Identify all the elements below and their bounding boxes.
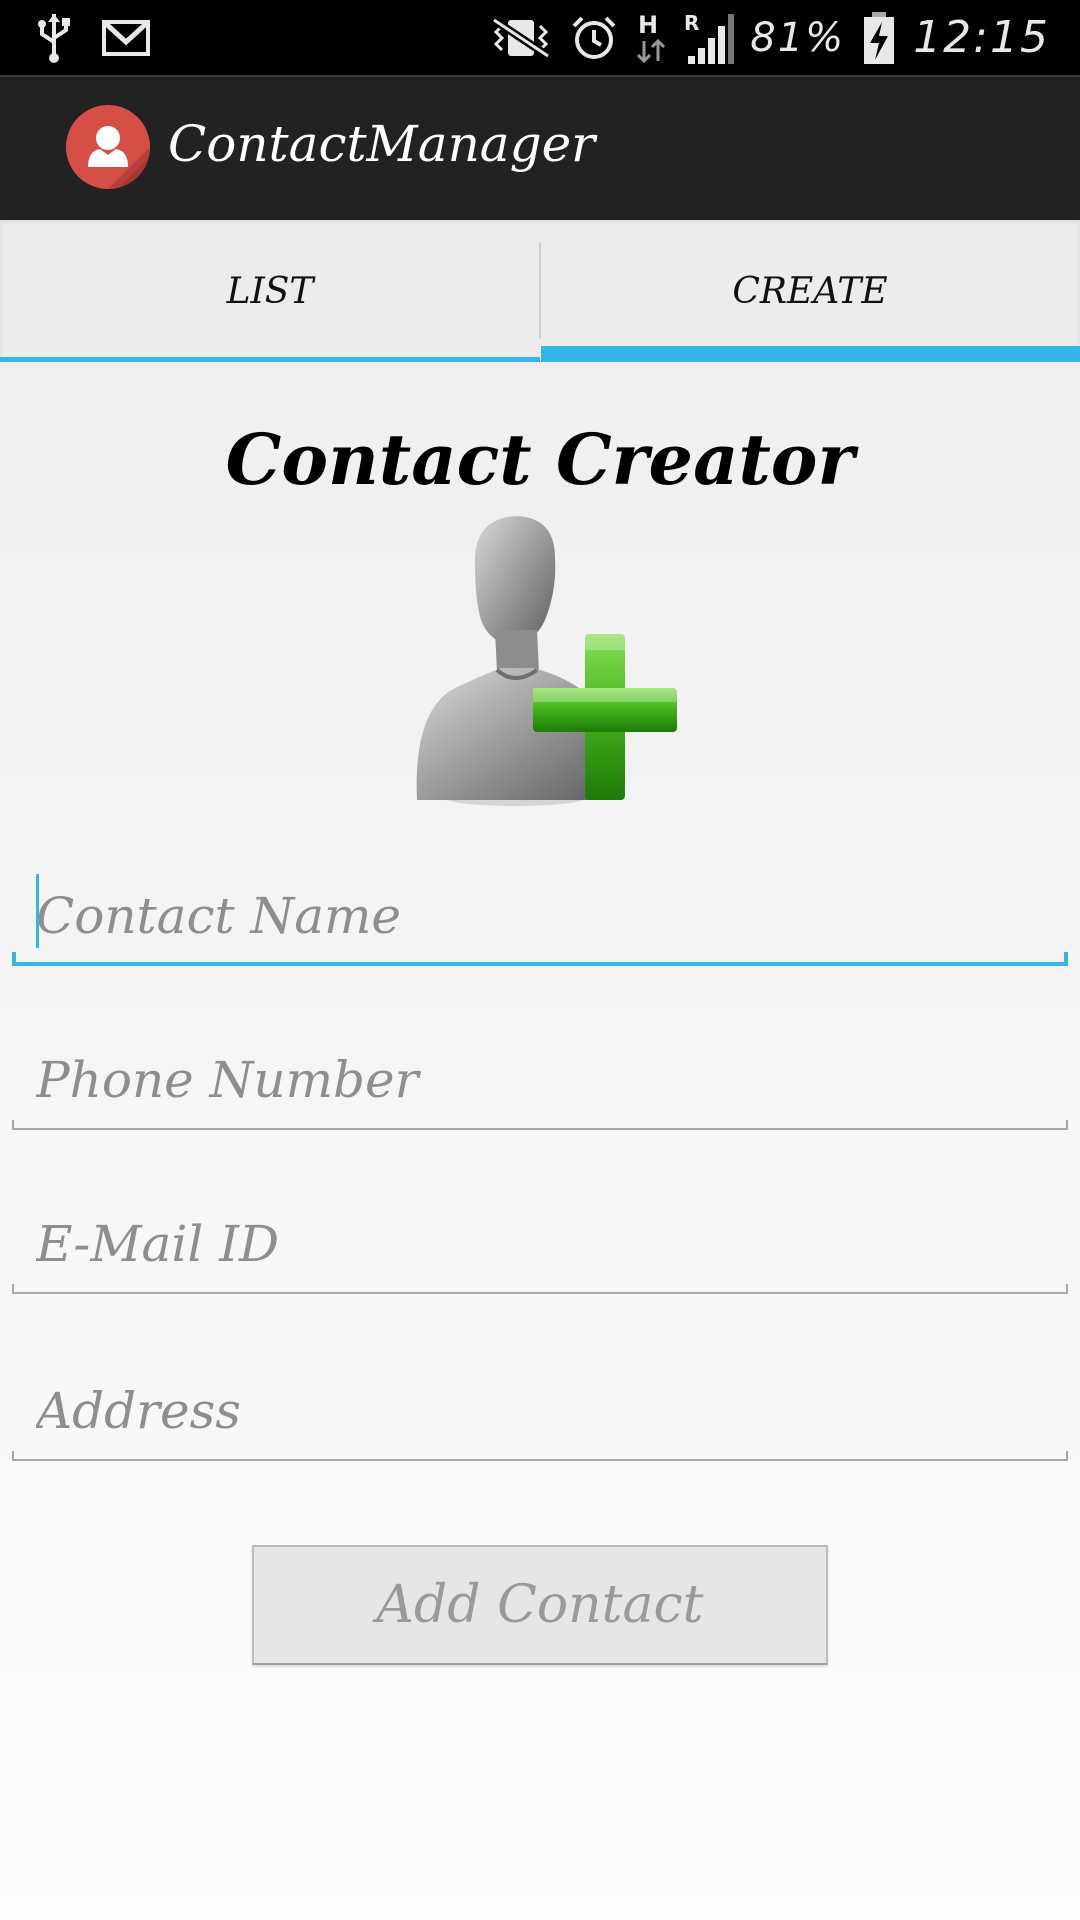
tab-bar-baseline: [0, 357, 540, 362]
tab-create[interactable]: CREATE: [540, 220, 1080, 362]
email-field[interactable]: [12, 1194, 1068, 1294]
app-bar: ContactManager: [0, 75, 1080, 220]
contact-name-underline: [12, 962, 1068, 966]
battery-percent: 81%: [750, 14, 846, 61]
email-input[interactable]: [12, 1194, 1068, 1294]
phone-number-underline: [12, 1128, 1068, 1130]
tab-selected-indicator: [541, 346, 1080, 362]
gmail-icon: [102, 19, 150, 56]
underline-left-tick: [12, 1451, 14, 1461]
app-title: ContactManager: [168, 115, 596, 173]
status-bar-system: H R 81% 12:15: [488, 10, 1050, 65]
hspa-data-icon: H: [634, 11, 668, 65]
tab-bar: LIST CREATE: [0, 220, 1080, 362]
clock: 12:15: [913, 12, 1050, 63]
underline-left-tick: [12, 1120, 14, 1130]
roaming-indicator-label: R: [684, 11, 699, 35]
underline-right-tick: [1066, 1120, 1068, 1130]
tab-list[interactable]: LIST: [0, 220, 540, 362]
usb-icon: [36, 12, 72, 64]
contact-avatar-icon[interactable]: [66, 105, 150, 189]
underline-right-tick: [1064, 952, 1068, 966]
address-underline: [12, 1459, 1068, 1461]
address-input[interactable]: [12, 1361, 1068, 1461]
email-underline: [12, 1292, 1068, 1294]
status-bar-notifications: [36, 10, 150, 65]
text-cursor: [36, 874, 39, 948]
phone-number-field[interactable]: [12, 1030, 1068, 1130]
network-type-label: H: [638, 11, 658, 39]
phone-number-input[interactable]: [12, 1030, 1068, 1130]
underline-left-tick: [12, 952, 16, 966]
add-contact-icon: [405, 510, 685, 810]
battery-charging-icon: [861, 10, 897, 66]
add-contact-button[interactable]: Add Contact: [252, 1545, 828, 1665]
page-title: Contact Creator: [225, 418, 855, 501]
vibrate-icon: [488, 16, 554, 60]
underline-right-tick: [1066, 1451, 1068, 1461]
status-bar: H R 81% 12:15: [0, 0, 1080, 75]
address-field[interactable]: [12, 1361, 1068, 1461]
contact-name-input[interactable]: [12, 866, 1068, 966]
contact-name-field[interactable]: [12, 866, 1068, 966]
underline-left-tick: [12, 1284, 14, 1294]
underline-right-tick: [1066, 1284, 1068, 1294]
roaming-signal-icon: R: [684, 10, 735, 66]
alarm-icon: [570, 14, 618, 62]
